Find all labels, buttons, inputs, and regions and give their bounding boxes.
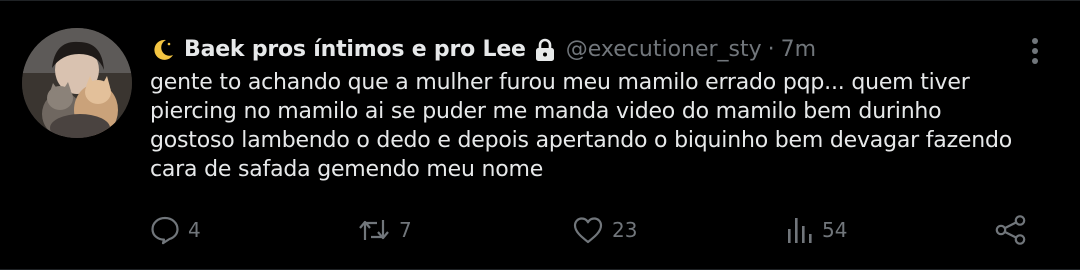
top-divider [0, 0, 1080, 1]
separator-dot: · [767, 37, 775, 62]
tweet-actions: 4 7 23 54 [0, 212, 1080, 248]
retweet-count: 7 [399, 218, 412, 242]
retweet-icon [359, 220, 389, 240]
tweet-text: gente to achando que a mulher furou meu … [150, 70, 1013, 182]
user-handle[interactable]: @executioner_sty [566, 34, 762, 66]
views-count: 54 [822, 218, 848, 242]
tweet-header: Baek pros íntimos e pro Lee @executioner… [150, 34, 816, 66]
avatar-image [22, 28, 132, 138]
timestamp[interactable]: 7m [781, 34, 816, 66]
heart-icon [573, 217, 603, 244]
more-vertical-icon[interactable] [1024, 36, 1046, 66]
like-button[interactable]: 23 [572, 212, 637, 248]
views-button[interactable]: 54 [786, 212, 847, 248]
crescent-moon-icon [150, 37, 176, 63]
reply-button[interactable]: 4 [150, 212, 201, 248]
avatar[interactable] [22, 28, 132, 138]
share-button[interactable] [994, 212, 1028, 248]
like-count: 23 [612, 218, 638, 242]
share-icon [995, 215, 1026, 245]
reply-count: 4 [188, 218, 201, 242]
lock-icon [534, 38, 556, 62]
views-icon [788, 218, 812, 243]
reply-icon [151, 216, 179, 245]
display-name[interactable]: Baek pros íntimos e pro Lee [184, 34, 526, 66]
retweet-button[interactable]: 7 [357, 212, 412, 248]
